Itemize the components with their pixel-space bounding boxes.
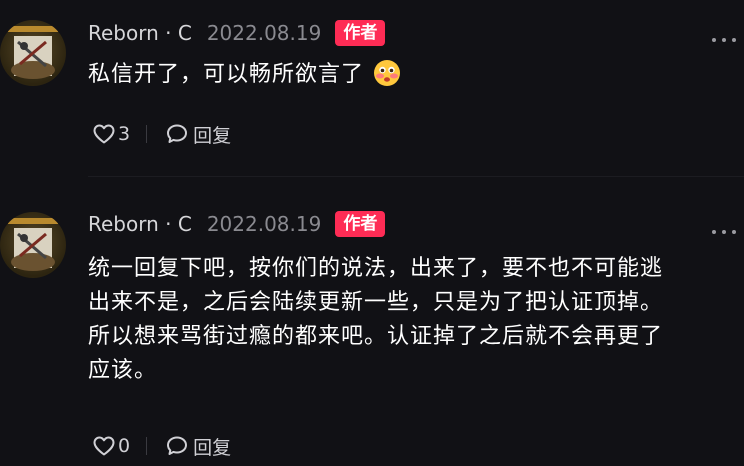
like-count: 3 [118,123,131,145]
author-badge: 作者 [335,211,386,237]
heart-icon [92,122,116,146]
action-divider [146,125,148,143]
like-button[interactable]: 0 [92,434,130,458]
avatar[interactable] [0,20,66,86]
comment-meta: Reborn · C 2022.08.19 作者 [88,209,386,239]
comment-actions: 3 回复 [92,120,231,148]
username[interactable]: Reborn · C [88,21,192,45]
username[interactable]: Reborn · C [88,212,192,236]
comment-date: 2022.08.19 [206,21,322,45]
comment-separator [88,176,744,177]
comment-text-content: 私信开了，可以畅所欲言了 [88,62,365,87]
comment-text-line: 应该。 [88,358,158,383]
reply-label: 回复 [193,124,232,147]
comment-bubble-icon [165,434,189,458]
comment-text: 统一回复下吧，按你们的说法，出来了，要不也不可能逃 出来不是，之后会陆续更新一些… [88,252,728,388]
heart-icon [92,434,116,458]
author-badge: 作者 [335,20,386,46]
comment-text-line: 出来不是，之后会陆续更新一些，只是为了把认证顶掉。 [88,290,664,315]
comment-text: 私信开了，可以畅所欲言了 [88,58,728,99]
flushed-face-emoji [372,58,402,99]
comment-text-line: 所以想来骂街过瘾的都来吧。认证掉了之后就不会再更了 [88,324,664,349]
like-count: 0 [118,435,131,457]
reply-button[interactable]: 回复 [165,433,231,460]
comment-actions: 0 回复 [92,432,231,460]
more-dots-icon[interactable] [712,36,736,44]
comment-date: 2022.08.19 [206,212,322,236]
like-button[interactable]: 3 [92,122,130,146]
comment-meta: Reborn · C 2022.08.19 作者 [88,18,386,48]
more-dots-icon[interactable] [712,228,736,236]
comment-bubble-icon [165,122,189,146]
avatar[interactable] [0,212,66,278]
reply-button[interactable]: 回复 [165,121,231,148]
reply-label: 回复 [193,436,232,459]
comment-text-line: 统一回复下吧，按你们的说法，出来了，要不也不可能逃 [88,256,664,281]
action-divider [146,437,148,455]
